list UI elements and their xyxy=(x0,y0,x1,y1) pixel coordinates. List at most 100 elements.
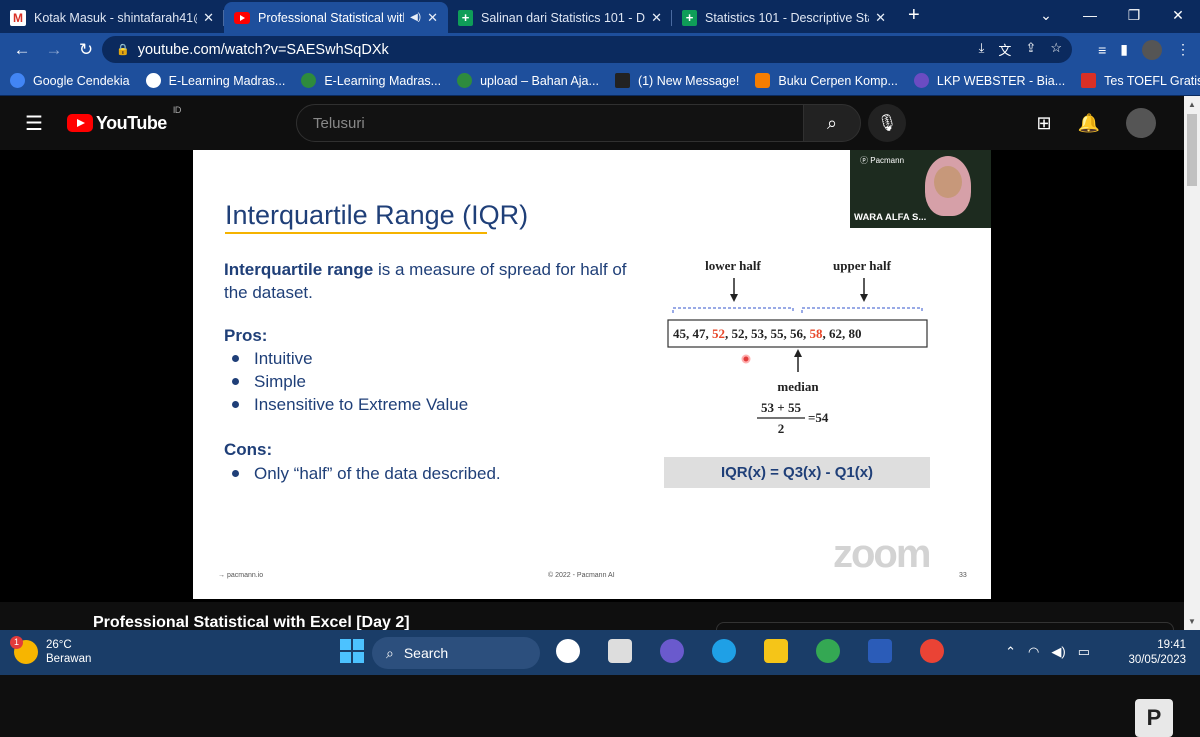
close-tab-icon[interactable]: ✕ xyxy=(651,10,662,26)
mic-button[interactable]: 🎙 xyxy=(868,104,906,142)
tab-sheets-copy[interactable]: +Salinan dari Statistics 101 - Descripti… xyxy=(448,2,672,33)
new-tab-button[interactable]: + xyxy=(908,4,920,27)
chrome-profile-icon[interactable] xyxy=(920,639,944,663)
upper-bracket xyxy=(801,307,923,313)
toolbar: ← → ↻ 🔒 youtube.com/watch?v=SAESwhSqDXk … xyxy=(0,33,1200,66)
translate-icon[interactable]: 文 xyxy=(998,40,1011,59)
video-player[interactable]: Interquartile Range (IQR) Interquartile … xyxy=(0,150,1184,737)
word-icon[interactable] xyxy=(868,639,892,663)
system-tray: ⌃ ◠ ◀) ▭ xyxy=(1005,644,1090,660)
cons-label: Cons: xyxy=(224,440,273,459)
lock-icon: 🔒 xyxy=(116,44,130,56)
chrome-icon[interactable] xyxy=(816,639,840,663)
pacmann-logo: ⓟ Pacmann xyxy=(860,156,905,165)
edge-icon[interactable] xyxy=(712,639,736,663)
sun-icon: 1 xyxy=(10,636,38,664)
address-bar[interactable]: 🔒 youtube.com/watch?v=SAESwhSqDXk ⤓ 文 ⇪ … xyxy=(102,36,1072,63)
page-scrollbar[interactable]: ▲ ▼ xyxy=(1184,96,1200,630)
forward-button[interactable]: → xyxy=(38,40,70,60)
notification-badge: 1 xyxy=(10,636,23,649)
create-icon[interactable]: ⊞ xyxy=(1036,113,1051,134)
profile-avatar[interactable] xyxy=(1142,39,1162,60)
dataset-value: 52 xyxy=(732,326,745,341)
dataset-values: 45, 47, 52, 52, 53, 55, 56, 58, 62, 80 xyxy=(673,326,862,341)
tab-youtube[interactable]: Professional Statistical with Excel◀)✕ xyxy=(224,2,448,33)
slide-number: 33 xyxy=(959,572,967,579)
bookmark-item[interactable]: LKP WEBSTER - Bia... xyxy=(913,73,1065,88)
title-underline xyxy=(225,232,487,234)
lower-half-label: lower half xyxy=(705,258,761,273)
file-explorer-icon[interactable] xyxy=(764,639,788,663)
bing-icon[interactable] xyxy=(556,639,580,663)
menu-icon[interactable]: ⋮ xyxy=(1176,41,1190,58)
channel-watermark-icon[interactable]: P xyxy=(1135,699,1173,737)
sidepanel-icon[interactable]: ▮ xyxy=(1120,41,1128,58)
iqr-diagram: lower half upper half 45, 47, 52, 52, 53… xyxy=(667,258,928,436)
close-tab-icon[interactable]: ✕ xyxy=(203,10,214,26)
youtube-logo[interactable]: YouTube ID xyxy=(67,105,181,134)
bookmark-item[interactable]: E-Learning Madras... xyxy=(145,73,285,88)
sheets-icon: + xyxy=(682,9,697,26)
search-icon: ⌕ xyxy=(826,112,838,133)
presenter-face xyxy=(934,166,962,198)
clock[interactable]: 19:41 30/05/2023 xyxy=(1128,638,1186,668)
bookmark-item[interactable]: Google Cendekia xyxy=(10,73,130,88)
bookmarks-bar: Google Cendekia E-Learning Madras... E-L… xyxy=(0,66,1200,96)
toefl-icon xyxy=(1081,73,1097,88)
minimize-button[interactable]: — xyxy=(1068,0,1112,30)
reload-button[interactable]: ↻ xyxy=(70,40,102,60)
account-avatar[interactable] xyxy=(1126,108,1156,138)
volume-icon[interactable]: ◀) xyxy=(1051,644,1065,660)
start-button[interactable] xyxy=(340,639,364,663)
bookmark-item[interactable]: E-Learning Madras... xyxy=(301,73,441,88)
median-label: median xyxy=(777,379,819,394)
install-icon[interactable]: ⤓ xyxy=(979,40,985,59)
bookmark-item[interactable]: Tes TOEFL Gratis - L... xyxy=(1081,73,1200,88)
dataset-value: 80 xyxy=(849,326,862,341)
bookmark-item[interactable]: upload – Bahan Aja... xyxy=(457,73,599,88)
dataset-value: 55 xyxy=(771,326,785,341)
tab-gmail[interactable]: MKotak Masuk - shintafarah41@gmail.com✕ xyxy=(0,2,224,33)
hamburger-menu-icon[interactable]: ☰ xyxy=(25,111,43,136)
taskbar: 1 26°C Berawan ⌕ Search ⌃ ◠ ◀) ▭ 19:41 30/… xyxy=(0,630,1200,675)
globe-icon xyxy=(145,73,161,88)
list-item: Simple xyxy=(230,370,468,393)
tab-sheets[interactable]: +Statistics 101 - Descriptive Statistics… xyxy=(672,2,896,33)
speaker-icon[interactable]: ◀) xyxy=(410,12,421,23)
pros-label: Pros: xyxy=(224,326,268,345)
madrasah-icon xyxy=(457,73,473,88)
upper-half-label: upper half xyxy=(833,258,892,273)
bookmark-item[interactable]: Buku Cerpen Komp... xyxy=(755,73,898,88)
close-tab-icon[interactable]: ✕ xyxy=(875,10,886,26)
close-window-button[interactable]: ✕ xyxy=(1156,0,1200,30)
bookmark-star-icon[interactable]: ☆ xyxy=(1050,40,1062,59)
weather-widget[interactable]: 1 26°C Berawan xyxy=(10,636,91,666)
taskbar-search[interactable]: ⌕ Search xyxy=(372,637,540,669)
presenter-name: WARA ALFA S... xyxy=(854,212,927,223)
restore-button[interactable]: ❐ xyxy=(1112,0,1156,30)
scrollbar-thumb[interactable] xyxy=(1187,114,1197,186)
search-button[interactable]: ⌕ xyxy=(803,104,861,142)
footer-copyright: © 2022 - Pacmann AI xyxy=(548,572,615,579)
bell-icon[interactable]: 🔔 xyxy=(1078,113,1100,134)
youtube-header: ☰ YouTube ID Telusuri ⌕ 🎙 ⊞ 🔔 xyxy=(0,96,1184,150)
share-icon[interactable]: ⇪ xyxy=(1025,40,1036,59)
definition-text: Interquartile range is a measure of spre… xyxy=(224,260,627,302)
teams-icon[interactable] xyxy=(660,639,684,663)
back-button[interactable]: ← xyxy=(6,40,38,60)
cursor-dot xyxy=(741,354,751,364)
tab-search-icon[interactable]: ⌄ xyxy=(1024,0,1068,30)
dataset-value: 45 xyxy=(673,326,687,341)
dataset-value: 62 xyxy=(829,326,842,341)
wifi-icon[interactable]: ◠ xyxy=(1028,644,1039,660)
bookmark-item[interactable]: (1) New Message! xyxy=(614,73,739,88)
battery-icon[interactable]: ▭ xyxy=(1078,644,1090,660)
chevron-up-icon[interactable]: ⌃ xyxy=(1005,644,1016,660)
dataset-value: 58 xyxy=(810,326,824,341)
dataset-value: 52 xyxy=(712,326,725,341)
close-tab-icon[interactable]: ✕ xyxy=(427,10,438,26)
search-input[interactable]: Telusuri xyxy=(296,104,804,142)
iqr-formula: IQR(x) = Q3(x) - Q1(x) xyxy=(664,457,930,488)
task-view-icon[interactable] xyxy=(608,639,632,663)
playlist-icon[interactable]: ≡ xyxy=(1098,42,1106,58)
